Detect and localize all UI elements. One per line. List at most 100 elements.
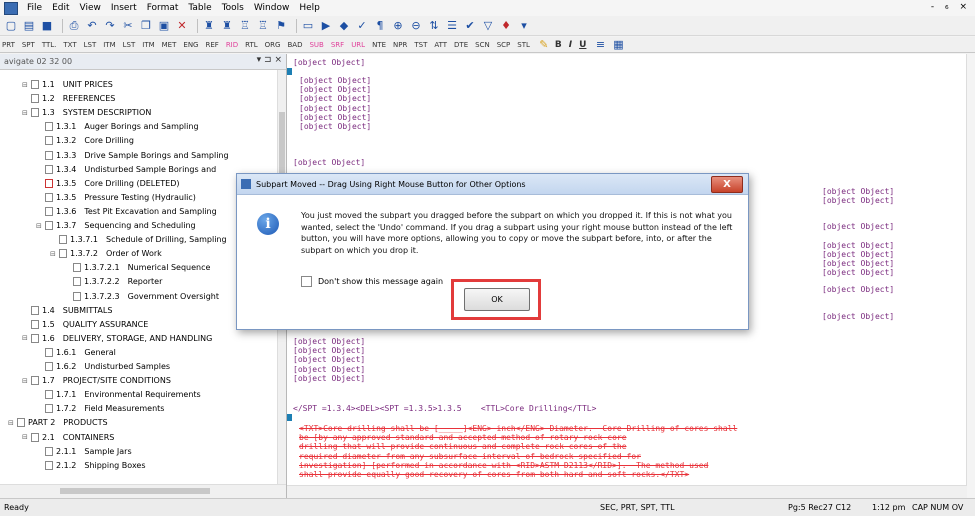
tree-node[interactable]: 1.3.2 Core Drilling — [36, 134, 134, 147]
tree-node[interactable]: 1.2 REFERENCES — [22, 92, 115, 105]
paragraph-icon[interactable]: ¶ — [373, 19, 387, 33]
expand-toggle-icon[interactable]: ⊟ — [22, 377, 31, 385]
tree-node[interactable]: 1.5 QUALITY ASSURANCE — [22, 318, 148, 331]
tag-scn-button[interactable]: SCN — [475, 41, 490, 49]
editor-line[interactable]: [object Object] — [293, 374, 365, 383]
tag-lst2-button[interactable]: LST — [123, 41, 136, 49]
expand-toggle-icon[interactable]: ⊟ — [8, 419, 17, 427]
editor-line[interactable]: <TXT>Core drilling shall be [_____]<ENG>… — [299, 424, 737, 433]
tree-node[interactable]: 1.3.5 Core Drilling (DELETED) — [36, 177, 180, 190]
tag-ttl-button[interactable]: TTL. — [42, 41, 57, 49]
bold-button[interactable]: B — [555, 40, 562, 50]
editor-line[interactable]: required diameter from any subsurface in… — [299, 452, 641, 461]
tree-node[interactable]: 1.3.3 Drive Sample Borings and Sampling — [36, 149, 229, 162]
tree-node[interactable]: ⊟ 1.3.7 Sequencing and Scheduling — [36, 219, 196, 232]
tree-node[interactable]: 1.6.2 Undisturbed Samples — [36, 360, 170, 373]
expand-toggle-icon[interactable]: ⊟ — [22, 334, 31, 342]
tag-org-button[interactable]: ORG — [265, 41, 281, 49]
check-icon[interactable]: ✔ — [463, 19, 477, 33]
expand-toggle-icon[interactable]: ⊟ — [50, 250, 59, 258]
delete-icon[interactable]: ✕ — [175, 19, 189, 33]
bookmark-icon[interactable]: ⚑ — [274, 19, 288, 33]
window-controls[interactable]: - ₆ × — [931, 2, 971, 12]
expand-toggle-icon[interactable]: ⊟ — [22, 109, 31, 117]
tag-dte-button[interactable]: DTE — [454, 41, 468, 49]
menu-insert[interactable]: Insert — [106, 3, 142, 13]
redo-icon[interactable]: ↷ — [103, 19, 117, 33]
zoom-in-icon[interactable]: ⊕ — [391, 19, 405, 33]
prev-section-icon[interactable]: ◆ — [337, 19, 351, 33]
tree-node[interactable]: ⊟ 1.7 PROJECT/SITE CONDITIONS — [22, 374, 171, 387]
tag-lst-button[interactable]: LST — [84, 41, 97, 49]
ok-button[interactable]: OK — [464, 288, 530, 311]
tree-node[interactable]: ⊟ PART 2 PRODUCTS — [8, 416, 108, 429]
editor-line[interactable]: [object Object] — [822, 222, 894, 231]
menu-table[interactable]: Table — [183, 3, 216, 13]
editor-line[interactable]: [object Object] — [293, 346, 365, 355]
tree-node[interactable]: 1.7.2 Field Measurements — [36, 402, 164, 415]
tag-ref-button[interactable]: REF — [205, 41, 218, 49]
tree-node[interactable]: 1.3.5 Pressure Testing (Hydraulic) — [36, 191, 196, 204]
tree-node[interactable]: 1.3.7.2.3 Government Oversight — [64, 290, 219, 303]
tree-node[interactable]: ⊟ 1.6 DELIVERY, STORAGE, AND HANDLING — [22, 332, 212, 345]
underline-button[interactable]: U — [579, 40, 586, 50]
tag-itm2-button[interactable]: ITM — [142, 41, 154, 49]
editor-line[interactable]: [object Object] — [293, 355, 365, 364]
tree-node[interactable]: 1.3.7.2.1 Numerical Sequence — [64, 261, 210, 274]
sort-icon[interactable]: ⇅ — [427, 19, 441, 33]
pane-controls[interactable]: ▾ ⊐ × — [257, 55, 282, 65]
open-folder-icon[interactable]: ▤ — [22, 19, 36, 33]
tag-txt-button[interactable]: TXT — [63, 41, 76, 49]
tag-spt-button[interactable]: SPT — [22, 41, 35, 49]
table-icon[interactable]: ▦ — [611, 38, 625, 52]
expand-toggle-icon[interactable]: ⊟ — [36, 222, 45, 230]
find-tag-icon[interactable]: ♖ — [256, 19, 270, 33]
tag-stl-button[interactable]: STL — [517, 41, 530, 49]
align-icon[interactable]: ≡ — [593, 38, 607, 52]
menu-view[interactable]: View — [75, 3, 106, 13]
spell-check-icon[interactable]: ✓ — [355, 19, 369, 33]
find-next-icon[interactable]: ♜ — [220, 19, 234, 33]
editor-line[interactable]: be [by any approved standard and accepte… — [299, 433, 627, 442]
tag-scp-button[interactable]: SCP — [497, 41, 511, 49]
pin-icon[interactable]: ♦ — [499, 19, 513, 33]
navigation-horizontal-scrollbar[interactable] — [0, 484, 286, 498]
tree-node[interactable]: 1.7.1 Environmental Requirements — [36, 388, 201, 401]
highlighter-icon[interactable]: ✎ — [537, 38, 551, 52]
zoom-out-icon[interactable]: ⊖ — [409, 19, 423, 33]
checkbox-box[interactable] — [301, 276, 312, 287]
menu-help[interactable]: Help — [294, 3, 325, 13]
editor-line[interactable]: [object Object] — [822, 250, 894, 259]
tag-nte-button[interactable]: NTE — [372, 41, 386, 49]
new-document-icon[interactable]: ▢ — [4, 19, 18, 33]
dialog-close-button[interactable]: X — [711, 176, 743, 193]
tag-tst-button[interactable]: TST — [414, 41, 427, 49]
tree-node[interactable]: 1.3.7.1 Schedule of Drilling, Sampling — [50, 233, 227, 246]
tree-node[interactable]: 1.6.1 General — [36, 346, 116, 359]
filter-icon[interactable]: ▽ — [481, 19, 495, 33]
tag-url-button[interactable]: URL — [351, 41, 365, 49]
copy-icon[interactable]: ❐ — [139, 19, 153, 33]
menu-file[interactable]: File — [22, 3, 47, 13]
editor-line[interactable]: [object Object] — [822, 241, 894, 250]
editor-line[interactable]: shall provide equally good recovery of c… — [299, 470, 689, 479]
editor-horizontal-scrollbar[interactable] — [287, 485, 967, 499]
tag-met-button[interactable]: MET — [162, 41, 177, 49]
menu-format[interactable]: Format — [142, 3, 184, 13]
tag-view-icon[interactable]: ▭ — [301, 19, 315, 33]
tag-npr-button[interactable]: NPR — [393, 41, 407, 49]
expand-toggle-icon[interactable]: ⊟ — [22, 433, 31, 441]
editor-line[interactable]: [object Object] — [293, 337, 365, 346]
tree-node[interactable]: ⊟ 1.3.7.2 Order of Work — [50, 247, 162, 260]
editor-line[interactable]: [object Object] — [299, 104, 371, 113]
tag-att-button[interactable]: ATT — [434, 41, 447, 49]
italic-button[interactable]: I — [569, 40, 572, 50]
editor-line[interactable]: [object Object] — [299, 94, 371, 103]
replace-icon[interactable]: ♖ — [238, 19, 252, 33]
next-section-icon[interactable]: ▶ — [319, 19, 333, 33]
editor-line[interactable]: </SPT =1.3.4><DEL><SPT =1.3.5>1.3.5 <TTL… — [293, 404, 596, 413]
editor-line[interactable]: investigation] [performed in accordance … — [299, 461, 708, 470]
editor-line[interactable]: [object Object] — [822, 268, 894, 277]
tree-node[interactable]: 2.1.1 Sample Jars — [36, 445, 132, 458]
editor-vertical-scrollbar[interactable] — [966, 54, 975, 498]
